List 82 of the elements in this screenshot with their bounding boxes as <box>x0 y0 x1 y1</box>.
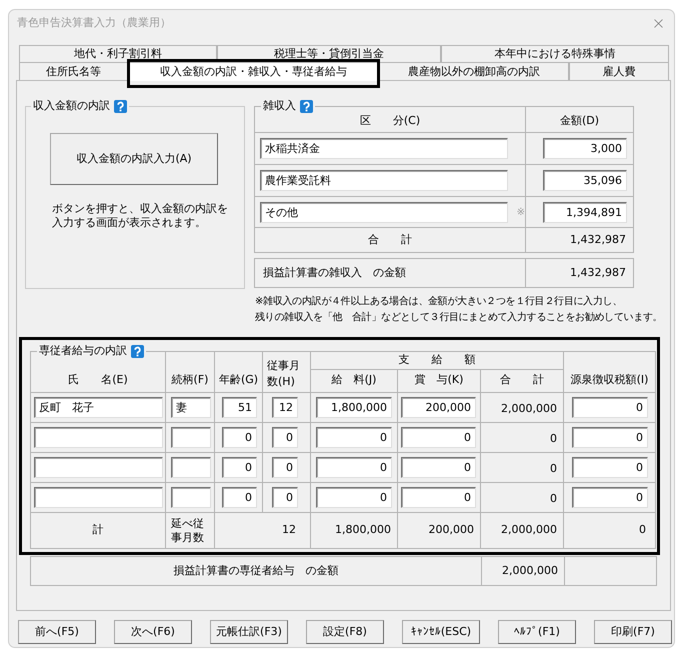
table-cell: 0 <box>564 513 656 549</box>
column-header: 年齢(G) <box>215 352 263 393</box>
tab[interactable]: 地代・利子割引料 <box>19 45 217 62</box>
next-button[interactable]: 次へ(F6) <box>114 620 192 644</box>
column-header: 源泉徴収税額(I) <box>564 352 656 393</box>
name-field[interactable] <box>34 427 163 448</box>
salary-field[interactable]: 0 <box>316 427 392 448</box>
name-field[interactable]: 反町 花子 <box>34 397 163 418</box>
help-button[interactable]: ﾍﾙﾌﾟ(F1) <box>498 620 576 644</box>
name-field[interactable] <box>34 457 163 478</box>
category-field[interactable]: 農作業受託料 <box>260 170 508 191</box>
column-header: 従事月数(H) <box>267 358 301 390</box>
table-cell: 損益計算書の雑収入 の金額 <box>255 259 526 288</box>
withholding-field[interactable]: 0 <box>572 487 648 508</box>
relation-field[interactable] <box>171 457 211 478</box>
table-cell: 0 <box>481 423 564 453</box>
table-cell: 0 <box>481 483 564 513</box>
table-cell: 0 <box>481 453 564 483</box>
cancel-button[interactable]: ｷｬﾝｾﾙ(ESC) <box>402 620 480 644</box>
age-field[interactable]: 0 <box>222 487 257 508</box>
age-field[interactable]: 51 <box>222 397 257 418</box>
table-cell: 1,800,000 <box>311 513 398 549</box>
amount-field[interactable]: 3,000 <box>543 138 627 159</box>
salary-field[interactable]: 0 <box>316 487 392 508</box>
table-cell: 200,000 <box>398 513 481 549</box>
column-header: 続柄(F) <box>166 352 215 393</box>
amount-field[interactable]: 35,096 <box>543 170 627 191</box>
column-header: 合 計 <box>481 370 564 393</box>
age-field[interactable]: 0 <box>222 457 257 478</box>
months-field[interactable]: 0 <box>272 487 298 508</box>
category-field[interactable]: 水稲共済金 <box>260 138 508 159</box>
withholding-field[interactable]: 0 <box>572 427 648 448</box>
previous-button[interactable]: 前へ(F5) <box>18 620 96 644</box>
table-cell: 1,432,987 <box>526 259 634 288</box>
months-field[interactable]: 12 <box>272 397 298 418</box>
table-cell: 合 計 <box>255 228 526 253</box>
table-cell: 2,000,000 <box>481 513 564 549</box>
bonus-field[interactable]: 0 <box>401 427 476 448</box>
ledger-entry-button[interactable]: 元帳仕訳(F3) <box>210 620 288 644</box>
print-button[interactable]: 印刷(F7) <box>594 620 672 644</box>
months-field[interactable]: 0 <box>272 457 298 478</box>
table-cell-text: 延べ従事月数 <box>171 516 205 544</box>
tab[interactable]: 本年中における特殊事情 <box>441 45 669 62</box>
relation-field[interactable]: 妻 <box>171 397 211 418</box>
category-field[interactable]: その他 <box>260 202 508 222</box>
bonus-field[interactable]: 0 <box>401 457 476 478</box>
months-field[interactable]: 0 <box>272 427 298 448</box>
column-header: 金額(D) <box>526 107 634 133</box>
tab[interactable]: 収入金額の内訳・雑収入・専従者給与 <box>128 62 379 81</box>
bonus-field[interactable]: 200,000 <box>401 397 476 418</box>
column-header: 支 給 額 <box>311 352 564 370</box>
settings-button[interactable]: 設定(F8) <box>306 620 384 644</box>
column-header: 賞 与(K) <box>398 370 481 393</box>
help-icon[interactable] <box>131 344 144 358</box>
window-title: 青色申告決算書入力（農業用） <box>17 15 171 32</box>
relation-field[interactable] <box>171 427 211 448</box>
tab[interactable]: 雇人費 <box>569 62 669 80</box>
income-entry-button[interactable]: 収入金額の内訳入力(A) <box>50 133 218 185</box>
withholding-field[interactable]: 0 <box>572 397 648 418</box>
note-text: ※雑収入の内訳が４件以上ある場合は、金額が大きい２つを１行目２行目に入力し、 残りの雑収入を「他 合計」などとして３行目にまとめて入力することをお勧めしています。 <box>255 294 664 325</box>
table-cell: 12 <box>215 513 311 549</box>
salary-field[interactable]: 0 <box>316 457 392 478</box>
note-mark: ※ <box>516 206 525 220</box>
bonus-field[interactable]: 0 <box>401 487 476 508</box>
column-header: 給 料(J) <box>311 370 398 393</box>
withholding-field[interactable]: 0 <box>572 457 648 478</box>
table-cell: 1,432,987 <box>526 228 634 253</box>
table-cell: 2,000,000 <box>482 557 565 586</box>
age-field[interactable]: 0 <box>222 427 257 448</box>
table-cell: 計 <box>31 513 166 549</box>
salary-field[interactable]: 1,800,000 <box>316 397 392 418</box>
tab[interactable]: 住所氏名等 <box>19 62 128 80</box>
table-cell: 損益計算書の専従者給与 の金額 <box>31 557 482 586</box>
help-icon[interactable] <box>300 100 313 112</box>
help-icon[interactable] <box>114 100 127 112</box>
relation-field[interactable] <box>171 487 211 508</box>
tab[interactable]: 農産物以外の棚卸高の内訳 <box>379 62 569 80</box>
amount-field[interactable]: 1,394,891 <box>543 202 627 222</box>
description-text: ボタンを押すと、収入金額の内訳を 入力する画面が表示されます。 <box>52 202 229 230</box>
table-cell: 2,000,000 <box>481 393 564 423</box>
group-title: 収入金額の内訳 <box>33 99 110 113</box>
name-field[interactable] <box>34 487 163 508</box>
